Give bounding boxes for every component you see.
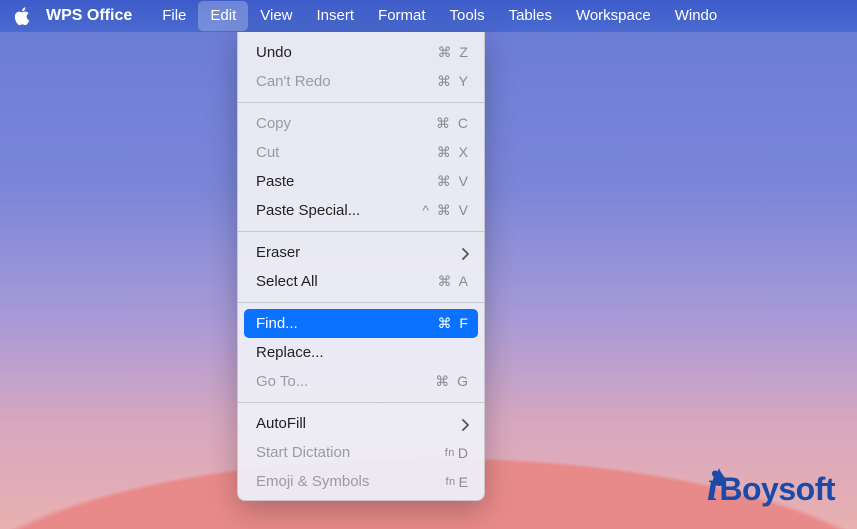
menu-item-label: Paste Special... [256, 202, 422, 219]
menu-separator [238, 302, 484, 303]
menu-item-label: Copy [256, 115, 436, 132]
menu-item-shortcut: ⌘ C [436, 115, 470, 132]
menu-item-shortcut: ⌘ V [437, 173, 470, 190]
menu-file[interactable]: File [150, 1, 198, 31]
menu-separator [238, 231, 484, 232]
menu-item-start-dictation: Start DictationfnD [238, 438, 484, 467]
chevron-right-icon [462, 418, 470, 430]
menu-item-label: Select All [256, 273, 438, 290]
menu-item-label: Eraser [256, 244, 462, 261]
menu-item-shortcut: ^ ⌘ V [422, 202, 470, 219]
menu-separator [238, 402, 484, 403]
app-name[interactable]: WPS Office [46, 7, 132, 25]
menu-item-autofill[interactable]: AutoFill [238, 409, 484, 438]
menu-format[interactable]: Format [366, 1, 438, 31]
menu-windo[interactable]: Windo [663, 1, 730, 31]
menu-item-shortcut: fnD [445, 445, 470, 461]
menu-item-shortcut: ⌘ X [437, 144, 470, 161]
menu-item-label: Can't Redo [256, 73, 437, 90]
menu-item-undo[interactable]: Undo⌘ Z [238, 38, 484, 67]
menu-item-emoji-symbols: Emoji & SymbolsfnE [238, 467, 484, 496]
watermark-rest: Boysoft [719, 471, 835, 508]
menu-item-go-to: Go To...⌘ G [238, 367, 484, 396]
menu-tools[interactable]: Tools [438, 1, 497, 31]
menu-separator [238, 102, 484, 103]
menu-item-label: Emoji & Symbols [256, 473, 445, 490]
menu-item-label: Cut [256, 144, 437, 161]
apple-logo-icon[interactable] [14, 6, 34, 26]
menu-item-shortcut: ⌘ A [438, 273, 470, 290]
menu-item-label: AutoFill [256, 415, 462, 432]
menu-item-label: Paste [256, 173, 437, 190]
menu-item-copy: Copy⌘ C [238, 109, 484, 138]
menubar: WPS Office FileEditViewInsertFormatTools… [0, 0, 857, 32]
menu-tables[interactable]: Tables [497, 1, 564, 31]
menu-item-paste-special[interactable]: Paste Special...^ ⌘ V [238, 196, 484, 225]
edit-menu-dropdown: Undo⌘ ZCan't Redo⌘ YCopy⌘ CCut⌘ XPaste⌘ … [237, 32, 485, 501]
menu-item-label: Find... [256, 315, 438, 332]
menu-item-shortcut: ⌘ Z [438, 44, 470, 61]
watermark-logo: i Boysoft [707, 463, 835, 511]
menu-item-label: Go To... [256, 373, 435, 390]
menu-item-eraser[interactable]: Eraser [238, 238, 484, 267]
menu-item-shortcut: ⌘ Y [437, 73, 470, 90]
menu-item-replace[interactable]: Replace... [238, 338, 484, 367]
chevron-right-icon [462, 247, 470, 259]
menu-item-label: Undo [256, 44, 438, 61]
menu-item-select-all[interactable]: Select All⌘ A [238, 267, 484, 296]
menu-item-shortcut: ⌘ F [438, 315, 470, 332]
menu-edit[interactable]: Edit [198, 1, 248, 31]
watermark-letter-i: i [707, 463, 719, 511]
menu-item-paste[interactable]: Paste⌘ V [238, 167, 484, 196]
menu-item-find[interactable]: Find...⌘ F [244, 309, 478, 338]
water-drop-icon [713, 449, 725, 467]
menu-item-shortcut: fnE [445, 474, 470, 490]
menu-item-cut: Cut⌘ X [238, 138, 484, 167]
menu-item-label: Replace... [256, 344, 470, 361]
menu-item-shortcut: ⌘ G [435, 373, 470, 390]
menu-view[interactable]: View [248, 1, 304, 31]
menu-insert[interactable]: Insert [305, 1, 367, 31]
desktop-screen: WPS Office FileEditViewInsertFormatTools… [0, 0, 857, 529]
menu-workspace[interactable]: Workspace [564, 1, 663, 31]
menu-item-label: Start Dictation [256, 444, 445, 461]
menu-item-can-t-redo: Can't Redo⌘ Y [238, 67, 484, 96]
